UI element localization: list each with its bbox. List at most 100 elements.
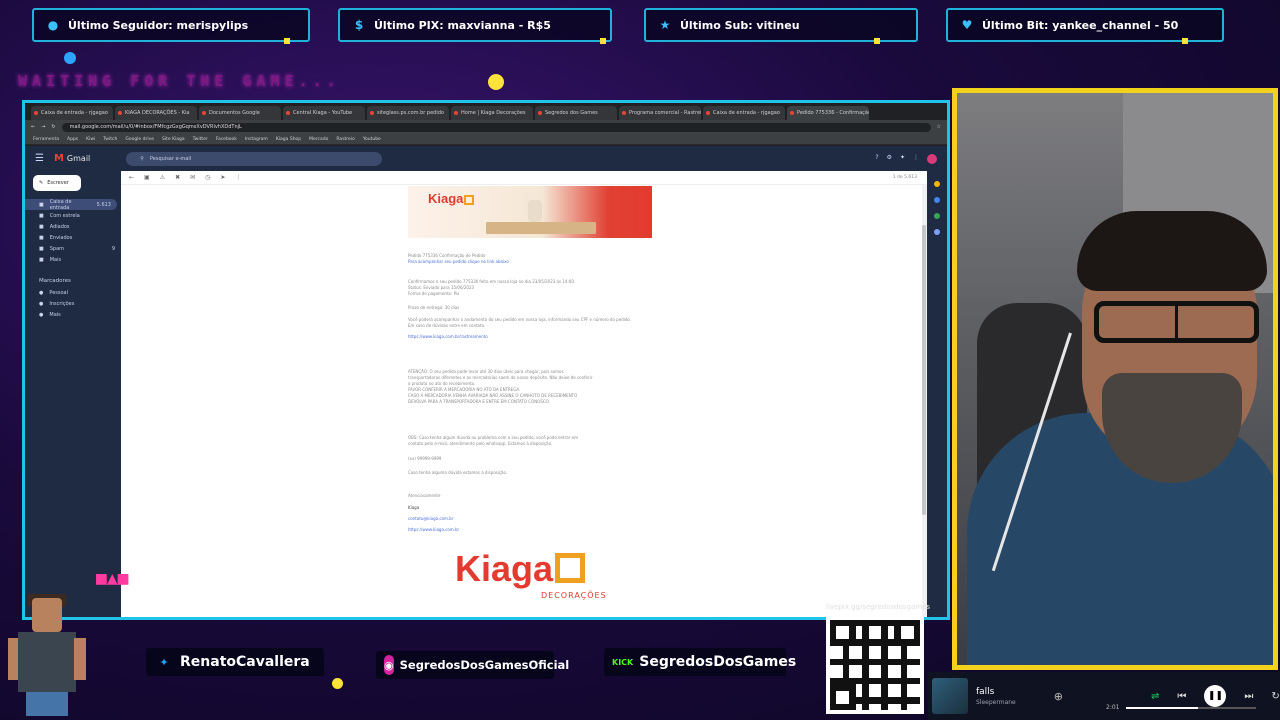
sidebar-item-label[interactable]: ● Inscrições	[25, 298, 121, 309]
bookmark-item[interactable]: Youtube	[363, 137, 381, 142]
browser-tab[interactable]: Programa comercial - Rastreio	[619, 106, 701, 120]
star-bookmark-icon[interactable]: ☆	[937, 124, 941, 130]
mark-unread-icon[interactable]: ✉	[190, 174, 195, 181]
repeat-icon[interactable]: ↻	[1271, 691, 1279, 702]
folder-label: Caixa de entrada	[49, 198, 72, 211]
bookmark-item[interactable]: Rastreio	[336, 137, 354, 142]
add-to-library-icon[interactable]: ⊕	[1054, 690, 1063, 703]
gemini-icon[interactable]: ✦	[900, 154, 905, 164]
bookmark-item[interactable]: Twitter	[193, 137, 208, 142]
url-field[interactable]: mail.google.com/mail/u/0/#inbox/FMfcgzGx…	[61, 122, 931, 132]
banner-furniture	[486, 222, 596, 234]
browser-tab[interactable]: Documentos Google	[199, 106, 281, 120]
apps-icon[interactable]: ⋮	[913, 154, 919, 164]
folder-icon: ■	[39, 201, 44, 208]
email-paragraph-7: Caso tenha alguma dúvida estamos à dispo…	[408, 470, 658, 476]
email-line: contato pelo e-mail, atendimento pelo wh…	[408, 441, 553, 446]
sidebar-item-folder[interactable]: ■ Mais	[25, 254, 121, 265]
bookmark-item[interactable]: Facebook	[216, 137, 237, 142]
reload-icon[interactable]: ↻	[51, 124, 55, 130]
alert-label: Último Bit: yankee_channel - 50	[982, 18, 1179, 32]
avatar[interactable]	[927, 153, 937, 164]
browser-tab[interactable]: KIAGA DECORAÇÕES - Kia	[115, 106, 197, 120]
help-icon[interactable]: ?	[875, 154, 878, 164]
dollar-icon: $	[354, 18, 364, 32]
header-actions: ? ⚙ ✦ ⋮	[875, 153, 937, 164]
snooze-icon[interactable]: ◷	[205, 174, 210, 181]
livepix-qr-code[interactable]	[826, 616, 924, 714]
progress-bar[interactable]	[1126, 707, 1256, 709]
folder-icon: ■	[39, 234, 44, 241]
alert-last-follower: ● Último Seguidor: merispylips	[32, 8, 310, 44]
side-panel	[927, 171, 947, 617]
sidebar-item-folder[interactable]: ■ Enviados	[25, 232, 121, 243]
forward-icon[interactable]: →	[41, 124, 45, 130]
gmail-logo[interactable]: M Gmail	[54, 153, 90, 164]
bookmark-item[interactable]: Instagram	[245, 137, 268, 142]
pencil-icon: ✎	[39, 180, 44, 186]
bookmark-item[interactable]: Apps	[67, 137, 78, 142]
bookmark-item[interactable]: Kiaga Shop	[276, 137, 301, 142]
email-signature: Atenciosamente Kiaga contato@kiaga.com.b…	[408, 493, 658, 533]
browser-tab[interactable]: Caixa de entrada - rjgagao	[703, 106, 785, 120]
decor-dot	[332, 678, 343, 689]
sign-site[interactable]: https://www.kiaga.com.br	[408, 527, 658, 533]
bookmark-item[interactable]: Mercado	[309, 137, 328, 142]
label-dot-icon: ●	[39, 300, 44, 307]
alert-last-pix: $ Último PIX: maxvianna - R$5	[338, 8, 612, 44]
tab-strip: Caixa de entrada - rjgagao KIAGA DECORAÇÕ…	[25, 103, 947, 120]
pause-button[interactable]: ❚❚	[1204, 685, 1227, 707]
browser-tab[interactable]: Home | Kiaga Decorações	[451, 106, 533, 120]
email-paragraph-2: Confirmamos o seu pedido 775336 feito em…	[408, 279, 658, 297]
report-icon[interactable]: ⚠	[160, 174, 165, 181]
menu-icon[interactable]: ☰	[35, 153, 44, 164]
email-line: (xx) 99999-9999	[408, 456, 442, 461]
folder-icon: ■	[39, 223, 44, 230]
url-text: mail.google.com/mail/u/0/#inbox/FMfcgzGx…	[69, 124, 242, 130]
keep-icon[interactable]	[934, 181, 940, 187]
add-icon[interactable]	[934, 229, 940, 235]
folder-label: Spam	[49, 245, 65, 252]
browser-tab[interactable]: siteglass.ps.com.br pedido	[367, 106, 449, 120]
sidebar-item-label[interactable]: ● Pessoal	[25, 287, 121, 298]
sidebar-item-folder[interactable]: ■ Com estrela	[25, 210, 121, 221]
gmail-m-icon: M	[53, 153, 64, 164]
bookmark-item[interactable]: Site Kiaga	[162, 137, 185, 142]
bookmark-item[interactable]: Ferramenta	[33, 137, 59, 142]
alert-label: Último Sub: vitineu	[680, 18, 800, 32]
browser-tab[interactable]: Segredos dos Games	[535, 106, 617, 120]
sidebar-item-folder[interactable]: ■ Adiados	[25, 221, 121, 232]
label-icon[interactable]: ➤	[220, 174, 225, 181]
browser-tab[interactable]: Caixa de entrada - rjgagao	[31, 106, 113, 120]
tracking-link[interactable]: https://www.kiaga.com.br/rastreamento	[408, 334, 658, 340]
sidebar-item-folder[interactable]: ■ Caixa de entrada 5.613	[25, 198, 117, 211]
tasks-icon[interactable]	[934, 197, 940, 203]
heart-icon: ♥	[961, 18, 973, 32]
sidebar-item-folder[interactable]: ■ Spam 9	[25, 243, 121, 254]
search-input[interactable]: ⚲ Pesquisar e-mail	[126, 151, 383, 166]
browser-tab[interactable]: Central Kiaga - YouTube	[283, 106, 365, 120]
settings-icon[interactable]: ⚙	[887, 154, 892, 164]
folder-label: Mais	[49, 256, 62, 263]
next-icon[interactable]: ⏭	[1244, 691, 1253, 702]
email-line[interactable]: Para acompanhar seu pedido clique no lin…	[408, 259, 658, 265]
folder-icon: ■	[39, 256, 44, 263]
bookmarks-bar: Ferramenta Apps Kiwi Twitch Google drive Site…	[25, 134, 947, 145]
shuffle-icon[interactable]: ⇌	[1151, 691, 1159, 702]
browser-tab[interactable]: Pedido 775336 - Confirmação	[787, 106, 869, 120]
sidebar-item-label[interactable]: ● Mais	[25, 309, 121, 320]
bookmark-item[interactable]: Google drive	[125, 137, 154, 142]
archive-icon[interactable]: ▣	[144, 174, 150, 181]
bookmark-item[interactable]: Kiwi	[86, 137, 95, 142]
email-link[interactable]: https://www.kiaga.com.br/rastreamento	[408, 334, 658, 340]
back-arrow-icon[interactable]: ←	[129, 174, 134, 181]
compose-button[interactable]: ✎ Escrever	[33, 175, 81, 191]
delete-icon[interactable]: ✖	[175, 174, 180, 181]
contacts-icon[interactable]	[934, 213, 940, 219]
back-icon[interactable]: ←	[31, 124, 35, 130]
bookmark-item[interactable]: Twitch	[103, 137, 117, 142]
gmail-header: ☰ M Gmail ⚲ Pesquisar e-mail ? ⚙ ✦ ⋮	[25, 146, 947, 171]
previous-icon[interactable]: ⏮	[1177, 691, 1186, 702]
more-icon[interactable]: ⋮	[235, 174, 241, 181]
label-dot-icon: ●	[39, 311, 44, 318]
